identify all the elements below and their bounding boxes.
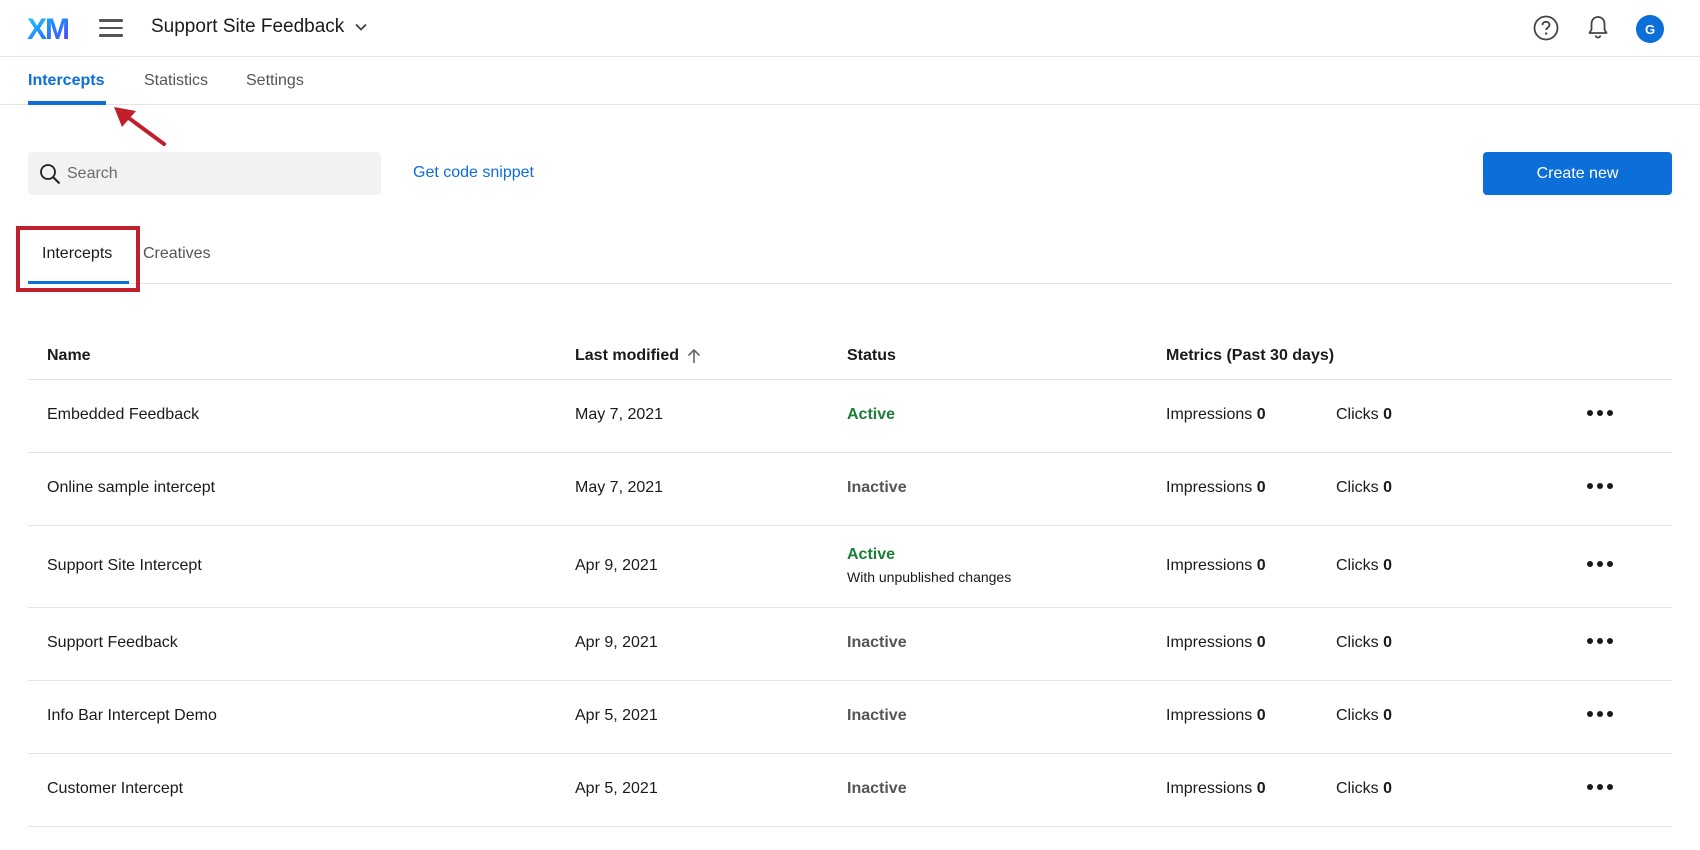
- clicks-metric: Clicks 0: [1336, 479, 1393, 496]
- column-header-status[interactable]: Status: [847, 347, 896, 365]
- column-header-name[interactable]: Name: [47, 347, 91, 365]
- status-badge: Inactive: [847, 479, 907, 496]
- annotation-arrow-icon: [114, 107, 166, 146]
- impressions-metric: Impressions 0: [1166, 406, 1266, 423]
- impressions-metric: Impressions 0: [1166, 479, 1266, 496]
- help-icon[interactable]: [1533, 15, 1559, 41]
- more-actions-icon[interactable]: [1587, 481, 1613, 491]
- content-tabs: Intercepts Creatives: [28, 228, 1672, 284]
- intercept-name[interactable]: Support Site Intercept: [47, 557, 202, 575]
- column-header-last-modified[interactable]: Last modified: [575, 347, 701, 365]
- last-modified-date: May 7, 2021: [575, 479, 664, 496]
- table-row[interactable]: Embedded Feedback May 7, 2021 Active Imp…: [28, 380, 1672, 453]
- table-row[interactable]: Support Site Intercept Apr 9, 2021 Activ…: [28, 526, 1672, 608]
- xm-logo[interactable]: XM: [27, 14, 73, 42]
- intercepts-table: Name Last modified Status Metrics (Past …: [28, 330, 1672, 827]
- impressions-metric: Impressions 0: [1166, 557, 1266, 574]
- more-actions-icon[interactable]: [1587, 782, 1613, 792]
- menu-icon[interactable]: [99, 19, 123, 37]
- clicks-metric: Clicks 0: [1336, 780, 1393, 797]
- project-title: Support Site Feedback: [151, 16, 345, 37]
- table-header: Name Last modified Status Metrics (Past …: [28, 330, 1672, 380]
- status-badge: Inactive: [847, 634, 907, 651]
- table-row[interactable]: Support Feedback Apr 9, 2021 Inactive Im…: [28, 608, 1672, 681]
- tab-statistics[interactable]: Statistics: [144, 72, 208, 90]
- search-icon: [40, 163, 61, 184]
- search-box[interactable]: [28, 152, 381, 195]
- sort-ascending-icon: [687, 348, 701, 363]
- tab-creatives[interactable]: Creatives: [143, 245, 211, 263]
- table-row[interactable]: Online sample intercept May 7, 2021 Inac…: [28, 453, 1672, 526]
- last-modified-date: Apr 5, 2021: [575, 780, 658, 797]
- status-badge: Active: [847, 406, 896, 423]
- status-cell: Active With unpublished changes: [847, 546, 1011, 585]
- clicks-metric: Clicks 0: [1336, 634, 1393, 651]
- create-new-button[interactable]: Create new: [1483, 152, 1672, 195]
- more-actions-icon[interactable]: [1587, 408, 1613, 418]
- bell-icon[interactable]: [1586, 14, 1610, 40]
- last-modified-date: Apr 9, 2021: [575, 634, 658, 651]
- project-nav: Intercepts Statistics Settings: [0, 57, 1700, 105]
- intercept-name[interactable]: Embedded Feedback: [47, 406, 199, 424]
- status-note: With unpublished changes: [847, 569, 1012, 585]
- intercept-name[interactable]: Customer Intercept: [47, 780, 183, 798]
- avatar[interactable]: G: [1636, 15, 1664, 43]
- clicks-metric: Clicks 0: [1336, 707, 1393, 724]
- search-input[interactable]: [67, 164, 367, 183]
- more-actions-icon[interactable]: [1587, 559, 1613, 569]
- clicks-metric: Clicks 0: [1336, 557, 1393, 574]
- status-badge: Active: [847, 546, 896, 563]
- table-row[interactable]: Info Bar Intercept Demo Apr 5, 2021 Inac…: [28, 681, 1672, 754]
- tab-intercepts[interactable]: Intercepts: [28, 72, 104, 90]
- impressions-metric: Impressions 0: [1166, 707, 1266, 724]
- tab-settings[interactable]: Settings: [246, 72, 304, 90]
- status-badge: Inactive: [847, 780, 907, 797]
- table-row[interactable]: Customer Intercept Apr 5, 2021 Inactive …: [28, 754, 1672, 827]
- annotation-highlight-box: [16, 226, 140, 292]
- impressions-metric: Impressions 0: [1166, 634, 1266, 651]
- intercept-name[interactable]: Info Bar Intercept Demo: [47, 707, 217, 725]
- get-code-snippet-link[interactable]: Get code snippet: [413, 164, 534, 182]
- project-selector[interactable]: Support Site Feedback: [151, 16, 368, 38]
- last-modified-date: Apr 9, 2021: [575, 557, 658, 574]
- impressions-metric: Impressions 0: [1166, 780, 1266, 797]
- intercept-name[interactable]: Support Feedback: [47, 634, 178, 652]
- status-badge: Inactive: [847, 707, 907, 724]
- more-actions-icon[interactable]: [1587, 636, 1613, 646]
- clicks-metric: Clicks 0: [1336, 406, 1393, 423]
- last-modified-date: May 7, 2021: [575, 406, 664, 423]
- intercept-name[interactable]: Online sample intercept: [47, 479, 215, 497]
- svg-text:XM: XM: [27, 14, 68, 42]
- chevron-down-icon: [355, 23, 367, 31]
- more-actions-icon[interactable]: [1587, 709, 1613, 719]
- last-modified-date: Apr 5, 2021: [575, 707, 658, 724]
- active-tab-indicator: [28, 101, 106, 105]
- top-header: XM Support Site Feedback G: [0, 0, 1700, 57]
- column-header-metrics: Metrics (Past 30 days): [1166, 347, 1335, 364]
